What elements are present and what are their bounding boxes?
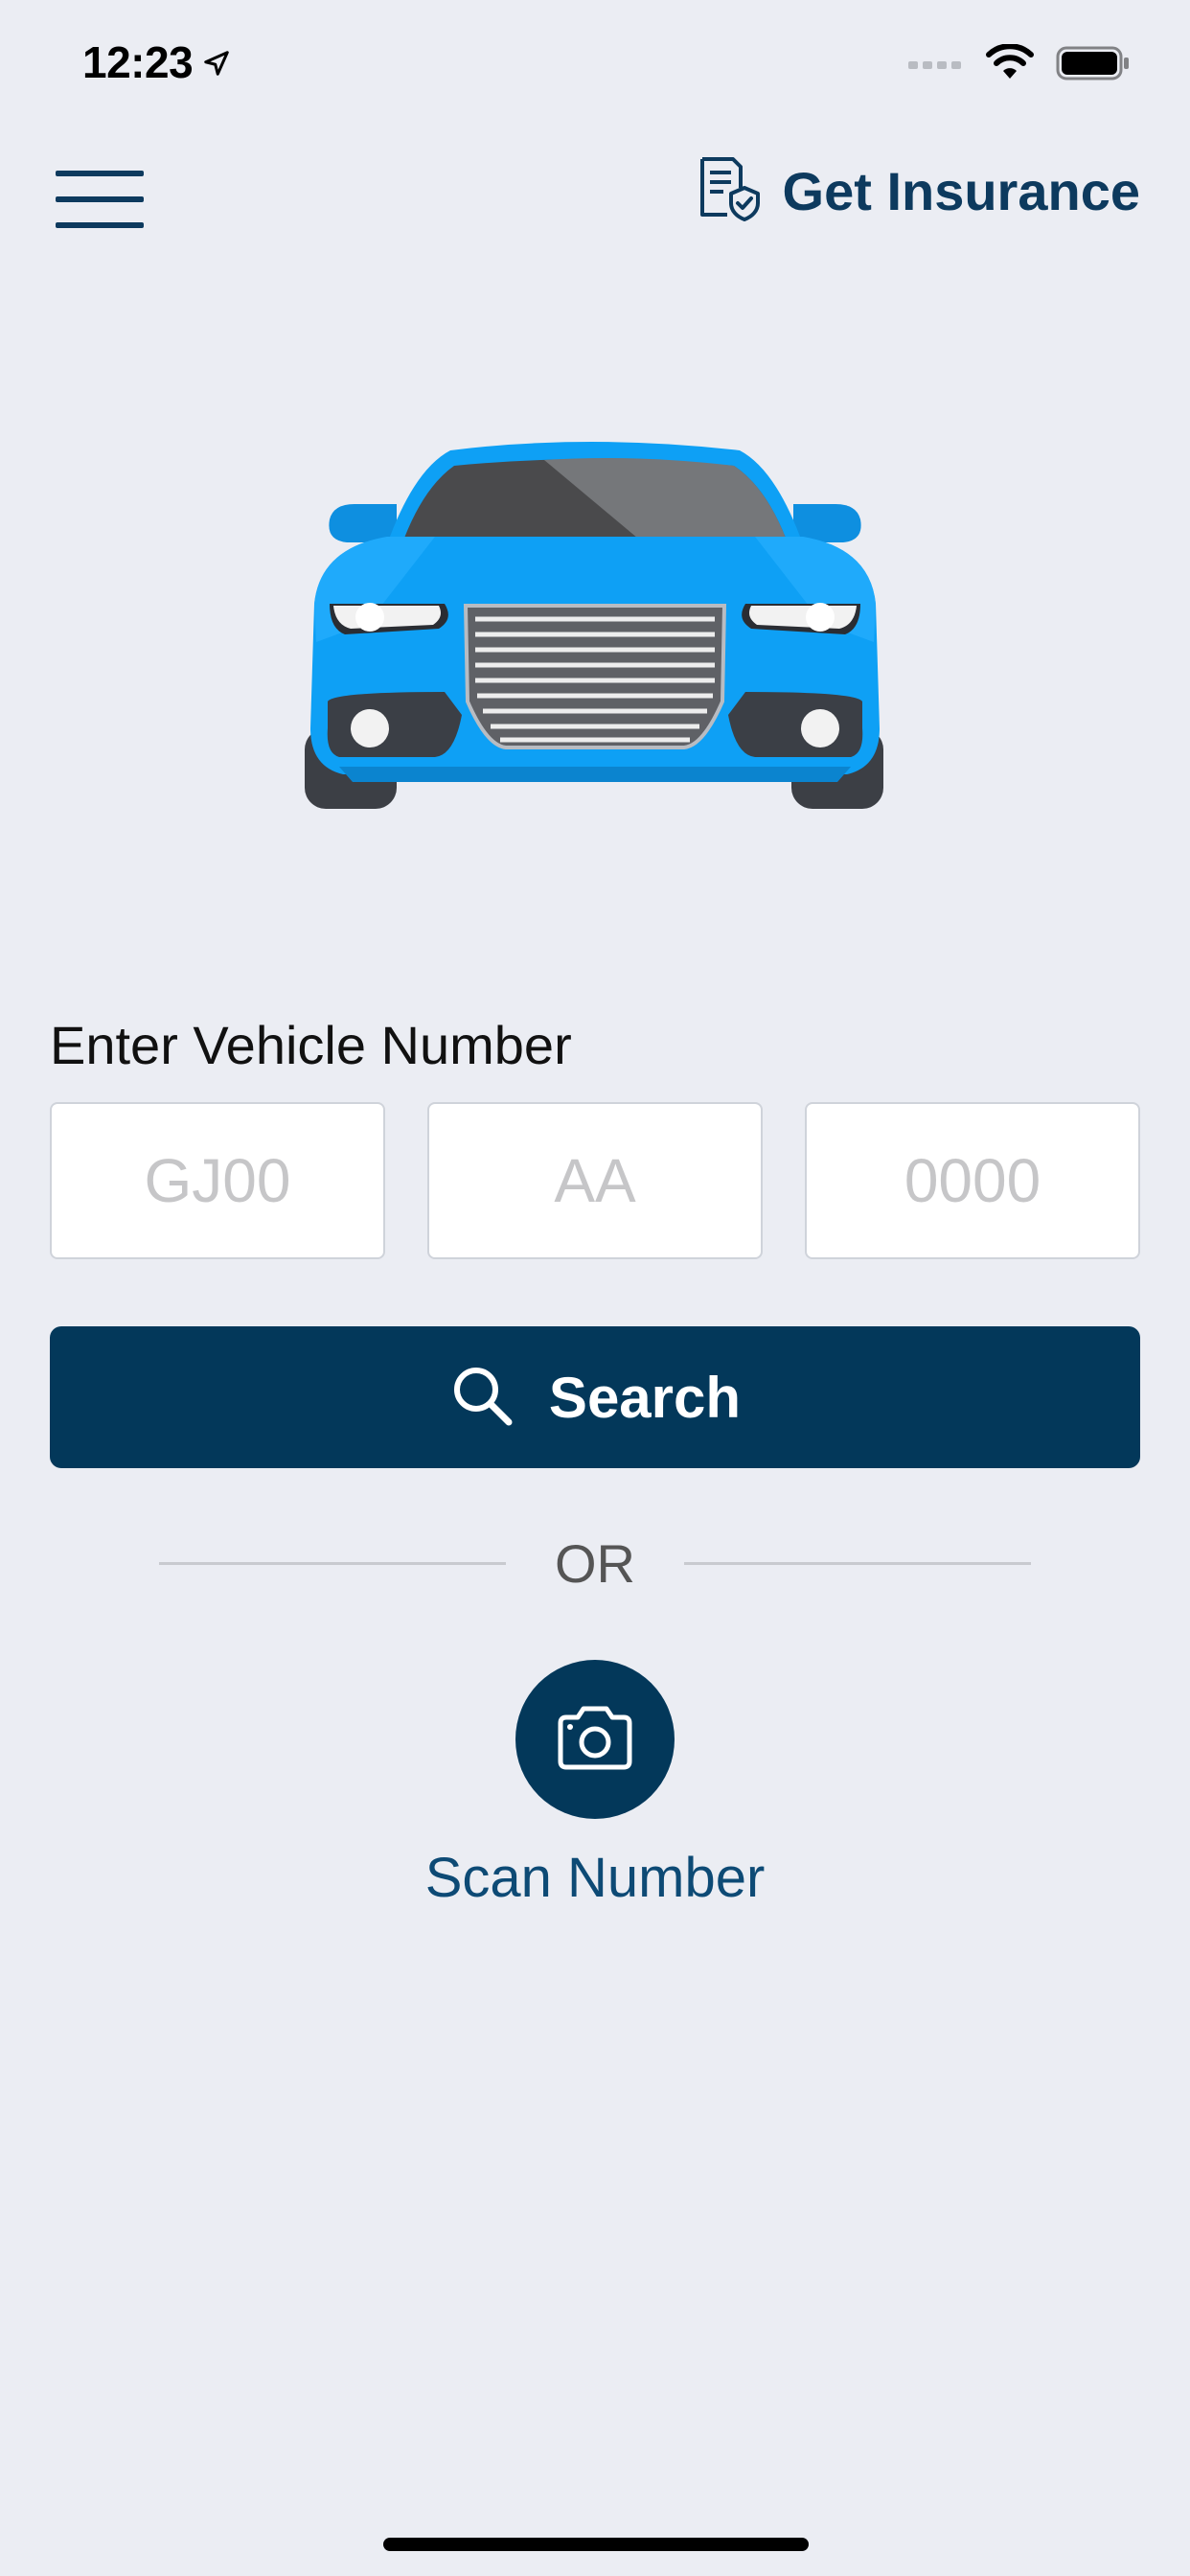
get-insurance-label: Get Insurance bbox=[782, 161, 1140, 221]
divider-line-left bbox=[159, 1561, 506, 1565]
status-time: 12:23 bbox=[82, 37, 194, 87]
camera-icon bbox=[555, 1704, 635, 1776]
vehicle-number-label: Enter Vehicle Number bbox=[50, 1015, 572, 1075]
search-icon bbox=[449, 1363, 515, 1433]
scan-number-label[interactable]: Scan Number bbox=[0, 1846, 1190, 1910]
wifi-icon bbox=[985, 43, 1035, 87]
status-icons bbox=[908, 43, 1131, 87]
status-time-group: 12:23 bbox=[82, 36, 231, 88]
hamburger-menu-icon[interactable] bbox=[56, 171, 144, 228]
cellular-signal-icon bbox=[908, 56, 964, 76]
location-arrow-icon bbox=[202, 36, 231, 88]
or-divider: OR bbox=[159, 1530, 1031, 1597]
search-button[interactable]: Search bbox=[50, 1326, 1140, 1468]
blue-car-illustration bbox=[301, 441, 889, 824]
state-code-field[interactable] bbox=[50, 1102, 385, 1259]
search-label: Search bbox=[548, 1365, 742, 1430]
divider-line-right bbox=[684, 1561, 1031, 1565]
scan-camera-button[interactable] bbox=[515, 1660, 675, 1819]
insurance-document-shield-icon bbox=[695, 155, 762, 227]
home-indicator[interactable] bbox=[383, 2538, 809, 2551]
status-bar: 12:23 bbox=[0, 0, 1190, 130]
battery-icon bbox=[1056, 45, 1131, 86]
get-insurance-button[interactable]: Get Insurance bbox=[695, 155, 1140, 227]
divider-text: OR bbox=[555, 1532, 635, 1594]
app-header: Get Insurance bbox=[0, 144, 1190, 259]
series-field[interactable] bbox=[427, 1102, 763, 1259]
vehicle-number-fields bbox=[50, 1102, 1140, 1259]
number-field[interactable] bbox=[805, 1102, 1140, 1259]
